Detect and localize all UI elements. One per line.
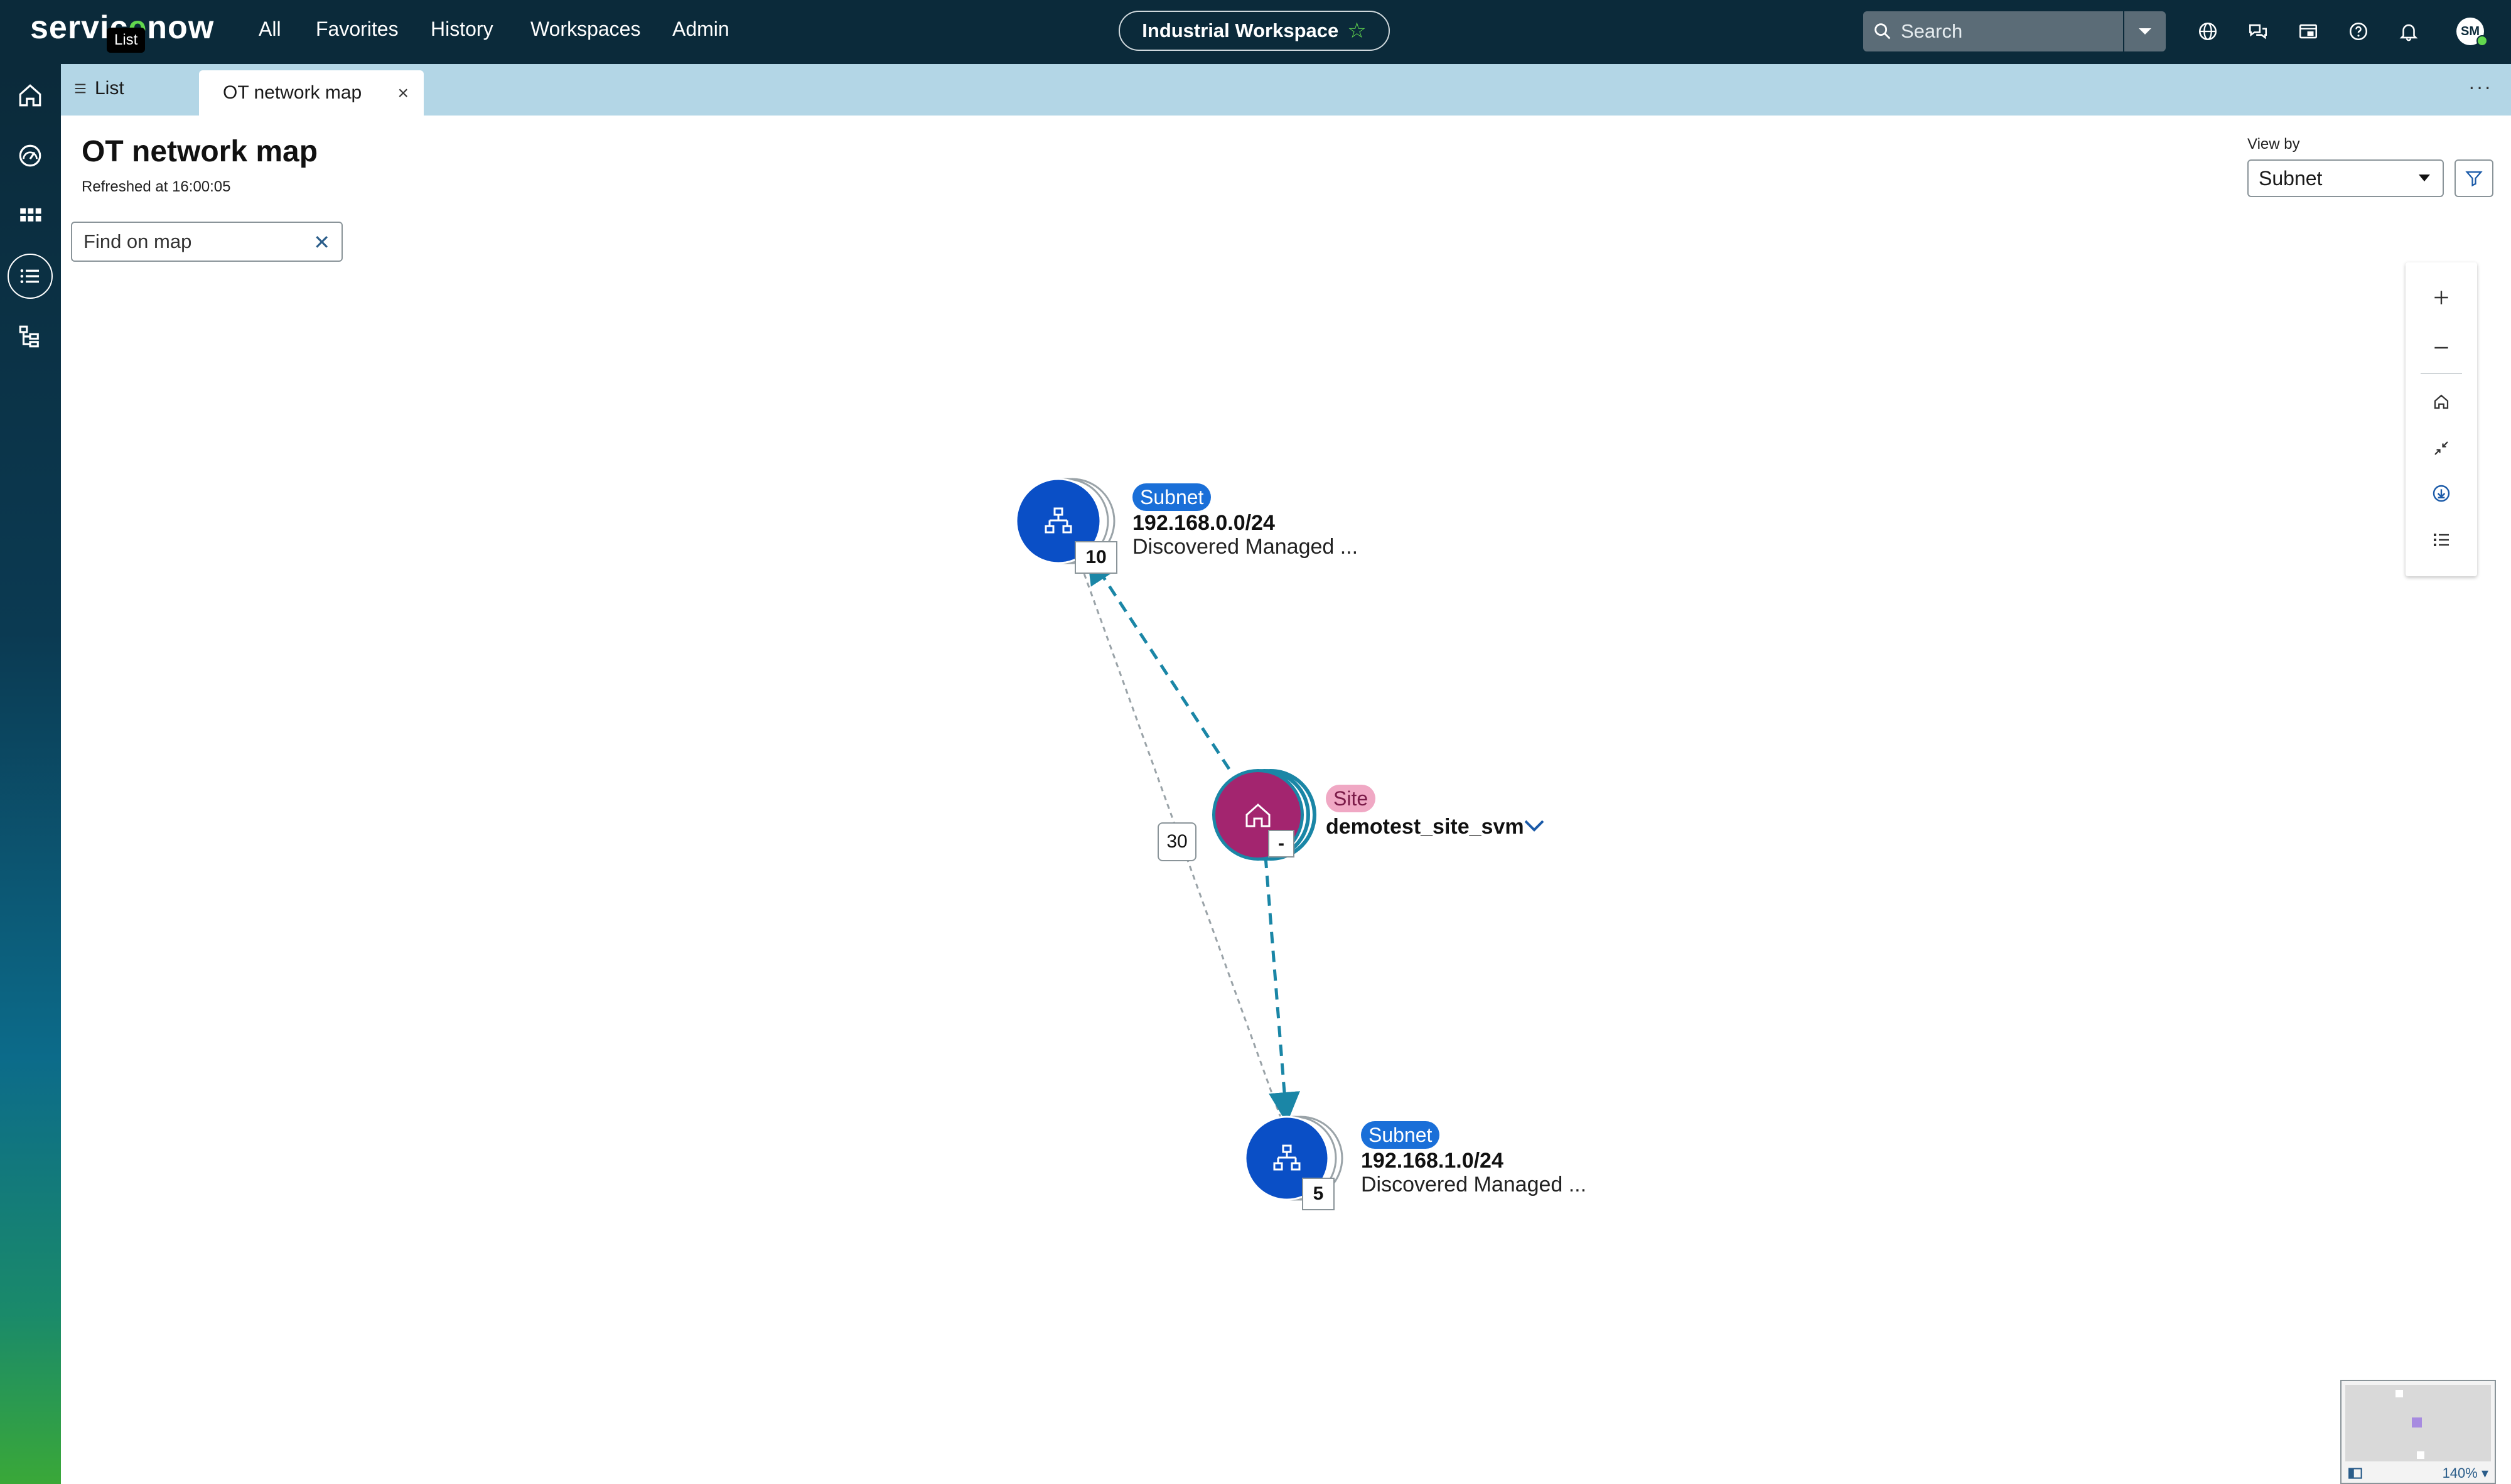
device-count-badge: 5 (1302, 1178, 1335, 1210)
tab-label: OT network map (223, 82, 362, 103)
chat-icon[interactable] (2245, 19, 2271, 44)
collapse-arrows-icon (2434, 441, 2448, 455)
search-icon (1874, 23, 1891, 40)
node-type-badge: Subnet (1361, 1121, 1440, 1149)
caret-down-icon (2419, 175, 2430, 181)
subnet-description-label: Discovered Managed ... (1361, 1173, 1587, 1196)
workspace-selector[interactable]: Industrial Workspace ☆ (1119, 11, 1390, 51)
search-scope-dropdown[interactable] (2124, 11, 2166, 51)
legend-list-icon (2434, 534, 2449, 546)
nav-workspaces[interactable]: Workspaces (530, 18, 640, 41)
expand-chevron-icon[interactable] (1522, 816, 1547, 839)
rail-home-button[interactable] (8, 73, 53, 118)
device-count-badge: 10 (1075, 541, 1117, 574)
subnet-ip-label: 192.168.0.0/24 (1132, 511, 1275, 535)
minimap-node (2412, 1417, 2422, 1428)
menu-lines-icon (75, 83, 86, 94)
legend-button[interactable] (2425, 524, 2458, 556)
nav-favorites[interactable]: Favorites (316, 18, 399, 41)
minus-icon (2434, 347, 2448, 349)
home-icon (19, 84, 41, 107)
refreshed-timestamp: Refreshed at 16:00:05 (82, 178, 231, 195)
site-node-target[interactable] (1212, 768, 1318, 861)
toolbar-divider (2421, 373, 2462, 374)
minimap[interactable]: 140% ▾ (2340, 1380, 2496, 1484)
zoom-level-select[interactable]: 140% ▾ (2443, 1465, 2488, 1481)
notifications-bell-icon[interactable] (2396, 19, 2421, 44)
minimap-viewport (2345, 1385, 2491, 1461)
find-on-map-field[interactable]: ✕ (71, 222, 343, 262)
map-toolbar (2406, 262, 2477, 576)
grid-icon (20, 208, 41, 222)
nav-history[interactable]: History (431, 18, 493, 41)
home-icon (2434, 394, 2449, 409)
minimap-node (2395, 1390, 2403, 1397)
view-by-value: Subnet (2259, 166, 2323, 190)
close-tab-icon[interactable]: × (397, 83, 409, 104)
logo-text-suffix: now (147, 9, 215, 46)
global-search[interactable] (1863, 11, 2123, 51)
zoom-out-button[interactable] (2425, 331, 2458, 364)
tab-list-label: List (95, 78, 124, 99)
left-sidebar-rail (0, 64, 61, 1484)
nav-all[interactable]: All (259, 18, 281, 41)
minimap-node (2417, 1451, 2424, 1459)
chevron-down-icon (2139, 28, 2151, 35)
zoom-in-button[interactable] (2425, 281, 2458, 314)
download-button[interactable] (2425, 477, 2458, 510)
subnet-description-label: Discovered Managed ... (1132, 535, 1358, 559)
edge-site-to-subnet-0 (1087, 552, 1231, 770)
filter-icon (2465, 171, 2483, 187)
tab-list[interactable]: List (73, 78, 124, 99)
collapse-button[interactable] (2425, 432, 2458, 465)
node-type-badge: Subnet (1132, 483, 1212, 511)
download-icon (2433, 485, 2450, 502)
rail-apps-button[interactable] (8, 193, 53, 239)
site-name-label: demotest_site_svm (1326, 815, 1524, 839)
more-options-icon[interactable]: ··· (2468, 75, 2492, 99)
tab-bar: List OT network map × ··· (61, 64, 2511, 116)
network-map-canvas (1015, 478, 1343, 1201)
rail-hierarchy-button[interactable] (8, 314, 53, 359)
top-navigation-bar: servicenow List All Favorites History Wo… (0, 0, 2511, 64)
device-count-badge: - (1268, 830, 1294, 858)
view-by-label: View by (2247, 136, 2300, 153)
nav-admin[interactable]: Admin (672, 18, 729, 41)
hierarchy-tree-icon (19, 325, 39, 348)
minimap-toggle-icon[interactable] (2348, 1466, 2364, 1480)
plus-icon (2434, 291, 2448, 304)
reset-view-button[interactable] (2425, 385, 2458, 418)
edge-count-badge[interactable]: 30 (1158, 822, 1196, 861)
find-on-map-input[interactable] (82, 230, 298, 254)
rail-dashboard-button[interactable] (8, 133, 53, 178)
rail-list-button[interactable] (8, 254, 53, 299)
workspace-apps-icon[interactable] (2296, 19, 2321, 44)
list-icon (20, 269, 39, 284)
clear-icon[interactable]: ✕ (313, 230, 330, 254)
list-tooltip: List (107, 28, 146, 53)
edge-site-to-subnet-1 (1264, 856, 1300, 1124)
gauge-icon (19, 144, 41, 167)
view-by-select[interactable]: Subnet (2247, 159, 2444, 197)
star-icon[interactable]: ☆ (1347, 18, 1366, 43)
presence-status-dot (2476, 35, 2488, 46)
help-icon[interactable] (2346, 19, 2371, 44)
tab-ot-network-map[interactable]: OT network map × (199, 70, 424, 116)
node-type-badge: Site (1326, 785, 1376, 812)
page-title: OT network map (82, 135, 318, 168)
workspace-name: Industrial Workspace (1142, 19, 1339, 41)
filter-button[interactable] (2455, 159, 2493, 197)
subnet-ip-label: 192.168.1.0/24 (1361, 1149, 1503, 1173)
globe-icon[interactable] (2195, 19, 2220, 44)
search-input[interactable] (1900, 19, 2109, 43)
